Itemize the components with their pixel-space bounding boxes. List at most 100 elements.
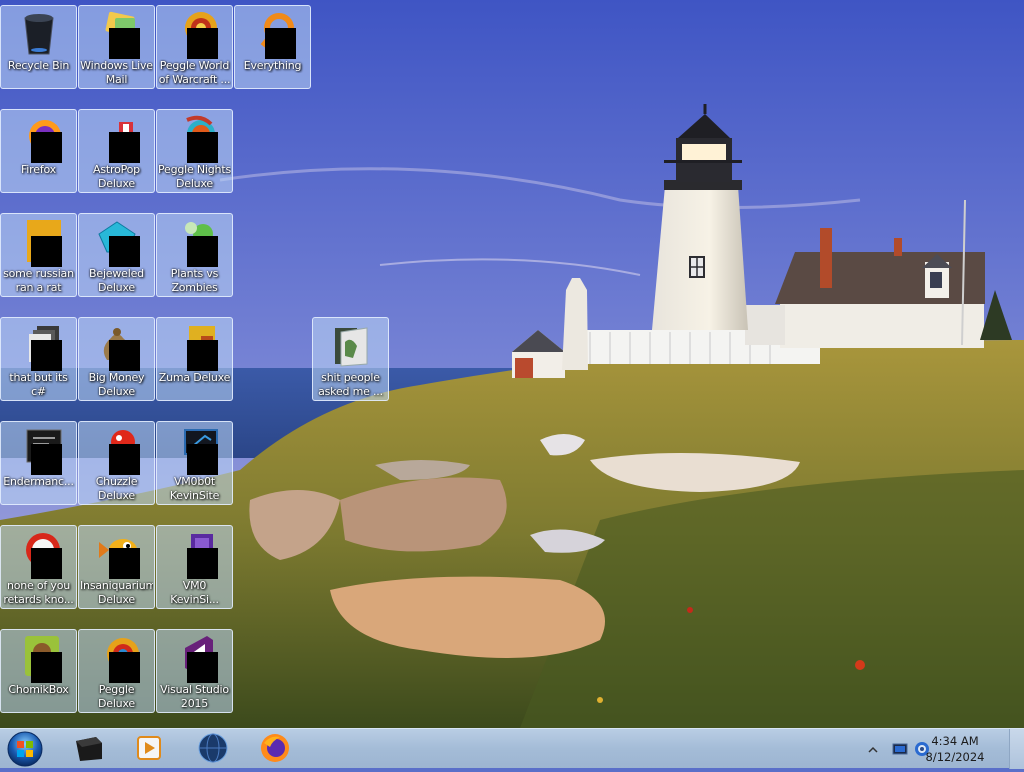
redaction-box (30, 236, 62, 267)
desktop-icon-peggle-wow[interactable]: Peggle World of Warcraft ... (156, 5, 233, 89)
desktop-icon-java-file[interactable]: e some russian ran a rat (0, 213, 77, 297)
redaction-box (264, 28, 296, 59)
taskbar-clock[interactable]: 4:34 AM 8/12/2024 (920, 733, 990, 765)
desktop-icon-peggle-nights[interactable]: Peggle Nights Deluxe (156, 109, 233, 193)
media-player-icon (137, 736, 161, 760)
redaction-box (186, 548, 218, 579)
desktop-icon-windows-live-mail[interactable]: Windows Live Mail (78, 5, 155, 89)
start-orb-icon (7, 731, 43, 767)
redaction-box (186, 340, 218, 371)
taskbar-network-globe[interactable] (196, 731, 230, 765)
redaction-box (186, 236, 218, 267)
desktop-icon-insaniquarium[interactable]: Insaniquarium Deluxe (78, 525, 155, 609)
icon-label: Big Money Deluxe (88, 371, 145, 398)
everything-search-icon (249, 10, 297, 59)
redaction-box (108, 236, 140, 267)
desktop-icon-vm0b0t[interactable]: VM0b0t KevinSite (156, 421, 233, 505)
desktop-icon-recycle-bin[interactable]: Recycle Bin (0, 5, 77, 89)
icon-label: that but its c# (9, 371, 68, 398)
redaction-box (186, 28, 218, 59)
bejeweled-icon (93, 218, 141, 267)
icon-label: Peggle World of Warcraft ... (158, 59, 231, 86)
taskbar-terminal-app[interactable] (72, 731, 106, 765)
plants-vs-zombies-icon (171, 218, 219, 267)
desktop-icon-bejeweled[interactable]: Bejeweled Deluxe (78, 213, 155, 297)
desktop-icon-folder[interactable]: shit people asked me ... (312, 317, 389, 401)
red-orb-icon (15, 530, 63, 579)
astropop-icon (93, 114, 141, 163)
icon-label: VM0b0t KevinSite (169, 475, 220, 502)
icon-label: Everything (243, 59, 302, 72)
desktop-icon-plants-vs-zombies[interactable]: Plants vs Zombies (156, 213, 233, 297)
desktop-icon-visual-studio[interactable]: Visual Studio 2015 (156, 629, 233, 713)
redaction-box (30, 132, 62, 163)
firefox-icon (15, 114, 63, 163)
folder-icon (327, 322, 375, 370)
show-hidden-icons-chevron[interactable] (866, 742, 882, 758)
icon-label: Plants vs Zombies (170, 267, 219, 294)
taskbar-firefox[interactable] (258, 731, 292, 765)
icon-label: Insaniquarium Deluxe (80, 579, 153, 606)
redaction-box (108, 28, 140, 59)
icon-label: AstroPop Deluxe (93, 163, 140, 190)
windows-live-mail-icon (93, 10, 141, 59)
desktop-icon-zuma[interactable]: Zuma Deluxe (156, 317, 233, 401)
desktop-icon-endermanch[interactable]: Endermanc... (0, 421, 77, 505)
redaction-box (108, 340, 140, 371)
icon-label: none of you retards kno... (3, 579, 74, 606)
visual-studio-icon (171, 634, 219, 683)
clock-time: 4:34 AM (931, 734, 979, 748)
redaction-box (30, 444, 62, 475)
icon-label: Chuzzle Deluxe (95, 475, 138, 502)
icon-label: Windows Live Mail (80, 59, 153, 86)
icon-label: Bejeweled Deluxe (89, 267, 144, 294)
chuzzle-icon (93, 426, 141, 475)
redaction-box (186, 652, 218, 683)
icon-label: Peggle Deluxe (97, 683, 135, 710)
redaction-box (108, 132, 140, 163)
peggle-wow-icon (171, 10, 219, 59)
clock-date: 8/12/2024 (925, 750, 985, 764)
terminal-app-icon (76, 737, 102, 761)
desktop-icon-big-money[interactable]: Big Money Deluxe (78, 317, 155, 401)
redaction-box (108, 548, 140, 579)
desktop-icon-firefox[interactable]: Firefox (0, 109, 77, 193)
icon-label: Zuma Deluxe (158, 371, 231, 384)
desktop-icon-astropop[interactable]: AstroPop Deluxe (78, 109, 155, 193)
start-button[interactable] (6, 730, 44, 768)
desktop-icon-vm0-kevinsite[interactable]: VM0 KevinSi... (156, 525, 233, 609)
redaction-box (186, 132, 218, 163)
money-bag-icon (93, 322, 141, 371)
icon-label: Firefox (20, 163, 56, 176)
redaction-box (108, 444, 140, 475)
redaction-box (30, 340, 62, 371)
desktop-icon-red-orb[interactable]: none of you retards kno... (0, 525, 77, 609)
java-file-icon: e (15, 218, 63, 267)
icon-label: shit people asked me ... (318, 371, 383, 398)
desktop-icon-everything[interactable]: Everything (234, 5, 311, 89)
icon-label: Visual Studio 2015 (160, 683, 229, 710)
desktop-icon-c-sharp-files[interactable]: that but its c# (0, 317, 77, 401)
insaniquarium-icon (93, 530, 141, 579)
vm-monitor-icon (171, 426, 219, 475)
network-globe-icon (198, 733, 228, 763)
peggle-nights-icon (171, 114, 219, 163)
chomikbox-icon: ox (15, 634, 63, 683)
system-tray: 4:34 AM 8/12/2024 (864, 729, 1024, 769)
console-app-icon (15, 426, 63, 475)
peggle-deluxe-icon (93, 634, 141, 683)
redaction-box (108, 652, 140, 683)
desktop-icon-chomikbox[interactable]: ox ChomikBox (0, 629, 77, 713)
taskbar-media-player[interactable] (132, 731, 166, 765)
icon-label: ChomikBox (8, 683, 69, 696)
vm-purple-icon (171, 530, 219, 579)
redaction-box (30, 652, 62, 683)
icon-label: Peggle Nights Deluxe (158, 163, 231, 190)
taskbar: 4:34 AM 8/12/2024 (0, 728, 1024, 769)
recycle-bin-icon (15, 10, 63, 58)
shortcut-files-icon (15, 322, 63, 371)
monitor-icon[interactable] (892, 741, 908, 757)
show-desktop-button[interactable] (1009, 729, 1024, 769)
desktop-icon-peggle-deluxe[interactable]: Peggle Deluxe (78, 629, 155, 713)
desktop-icon-chuzzle[interactable]: Chuzzle Deluxe (78, 421, 155, 505)
